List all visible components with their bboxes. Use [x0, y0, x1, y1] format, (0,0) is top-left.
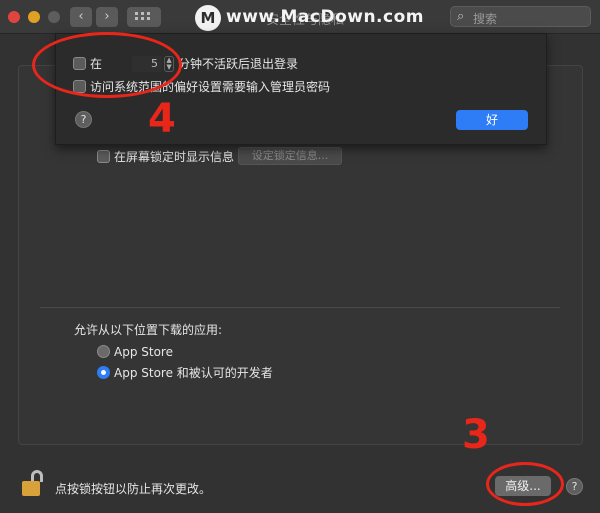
radio-app-store[interactable]: App Store [97, 344, 173, 359]
watermark-logo: M [195, 5, 221, 31]
section-divider [40, 307, 560, 308]
auto-logout-suffix: 分钟不活跃后退出登录 [178, 57, 299, 71]
forward-button[interactable]: › [96, 7, 118, 27]
annotation-circle-3 [486, 462, 564, 506]
show-message-checkbox[interactable] [97, 150, 110, 163]
set-lock-message-button: 设定锁定信息... [238, 147, 342, 165]
ok-button[interactable]: 好 [456, 110, 528, 130]
radio-app-store-identified-label: App Store 和被认可的开发者 [114, 366, 273, 380]
chevron-right-icon: › [104, 9, 110, 24]
sheet-help-button[interactable]: ? [75, 111, 92, 128]
radio-app-store-identified-button[interactable] [97, 366, 110, 379]
lock-icon[interactable] [22, 470, 44, 496]
annotation-step-3: 3 [462, 412, 490, 458]
show-message-label: 在屏幕锁定时显示信息 [114, 150, 235, 164]
minimize-window-button[interactable] [28, 11, 40, 23]
radio-app-store-identified[interactable]: App Store 和被认可的开发者 [97, 364, 273, 381]
download-section-label: 允许从以下位置下载的应用: [74, 323, 223, 337]
chevron-left-icon: ‹ [78, 9, 84, 24]
watermark-text: www.MacDown.com [226, 7, 424, 27]
search-placeholder: 搜索 [473, 12, 498, 26]
search-field[interactable]: ⌕ 搜索 [450, 6, 591, 27]
search-icon: ⌕ [457, 9, 465, 24]
back-button[interactable]: ‹ [70, 7, 92, 27]
annotation-step-4: 4 [148, 96, 176, 142]
annotation-circle-4 [32, 32, 182, 98]
radio-app-store-label: App Store [114, 344, 173, 359]
show-message-row[interactable]: 在屏幕锁定时显示信息 [97, 148, 234, 165]
radio-app-store-button[interactable] [97, 345, 110, 358]
help-button[interactable]: ? [566, 478, 583, 495]
show-all-button[interactable] [127, 7, 161, 27]
zoom-window-button[interactable] [48, 11, 60, 23]
lock-message: 点按锁按钮以防止再次更改。 [55, 482, 212, 496]
close-window-button[interactable] [8, 11, 20, 23]
